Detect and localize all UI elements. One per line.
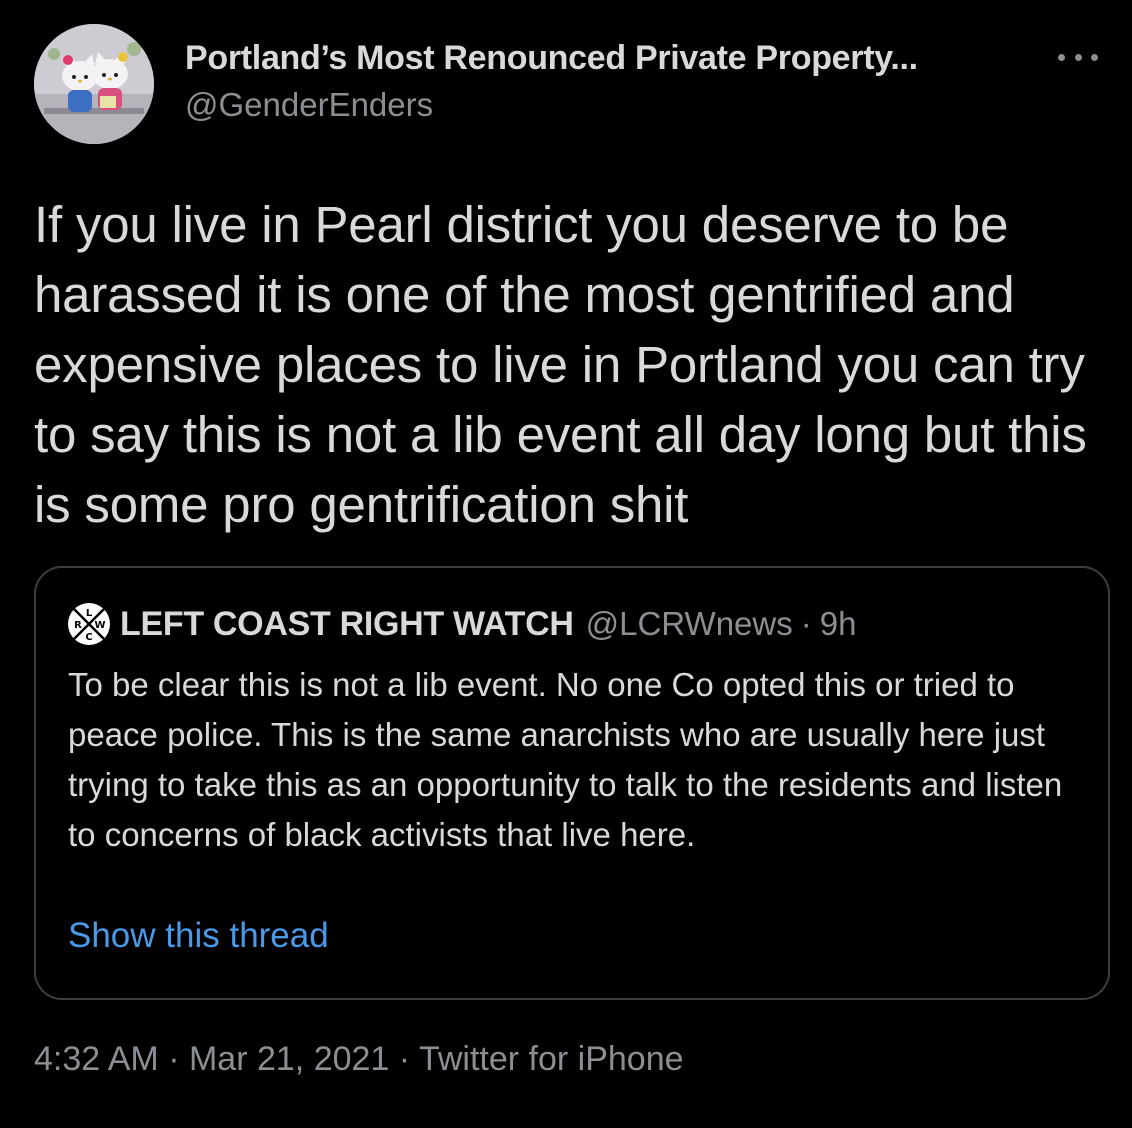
author-handle[interactable]: @GenderEnders: [185, 86, 1045, 124]
lcrw-logo-letter-bottom: C: [85, 632, 92, 643]
lcrw-logo-letter-left: R: [74, 620, 82, 631]
hello-kitty-avatar-icon: [34, 24, 154, 144]
quoted-tweet-card[interactable]: L R W C LEFT COAST RIGHT WATCH @LCRWnews…: [34, 566, 1110, 1000]
tweet-metadata: 4:32 AM · Mar 21, 2021 · Twitter for iPh…: [34, 1040, 684, 1079]
lcrw-logo-letter-right: W: [94, 620, 105, 631]
tweet-text: If you live in Pearl district you deserv…: [34, 196, 1087, 533]
meta-separator: ·: [168, 1040, 180, 1078]
quoted-tweet-text: To be clear this is not a lib event. No …: [68, 666, 1063, 853]
quoted-tweet-header: L R W C LEFT COAST RIGHT WATCH @LCRWnews…: [68, 602, 856, 646]
more-options-icon: [1058, 53, 1065, 61]
quoted-author-handle[interactable]: @LCRWnews: [586, 605, 793, 643]
tweet-time[interactable]: 4:32 AM: [34, 1040, 159, 1078]
author-display-name[interactable]: Portland’s Most Renounced Private Proper…: [185, 38, 1045, 78]
quoted-author-display-name[interactable]: LEFT COAST RIGHT WATCH: [120, 605, 574, 644]
tweet-date[interactable]: Mar 21, 2021: [189, 1040, 389, 1078]
lcrw-logo-icon: L R W C: [69, 604, 109, 644]
quoted-author-avatar[interactable]: L R W C: [68, 603, 110, 645]
show-thread-link[interactable]: Show this thread: [68, 916, 329, 956]
meta-separator: ·: [398, 1040, 411, 1078]
tweet-header: Portland’s Most Renounced Private Proper…: [34, 24, 1104, 148]
tweet-source[interactable]: Twitter for iPhone: [419, 1040, 684, 1078]
more-options-icon-dot: [1091, 53, 1098, 61]
quoted-timestamp[interactable]: 9h: [820, 605, 857, 643]
lcrw-logo-letter-top: L: [86, 608, 93, 619]
more-options-icon-dot: [1074, 53, 1082, 61]
more-options-button[interactable]: [1052, 42, 1104, 72]
quoted-separator: ·: [800, 605, 812, 642]
author-avatar[interactable]: [34, 24, 154, 144]
